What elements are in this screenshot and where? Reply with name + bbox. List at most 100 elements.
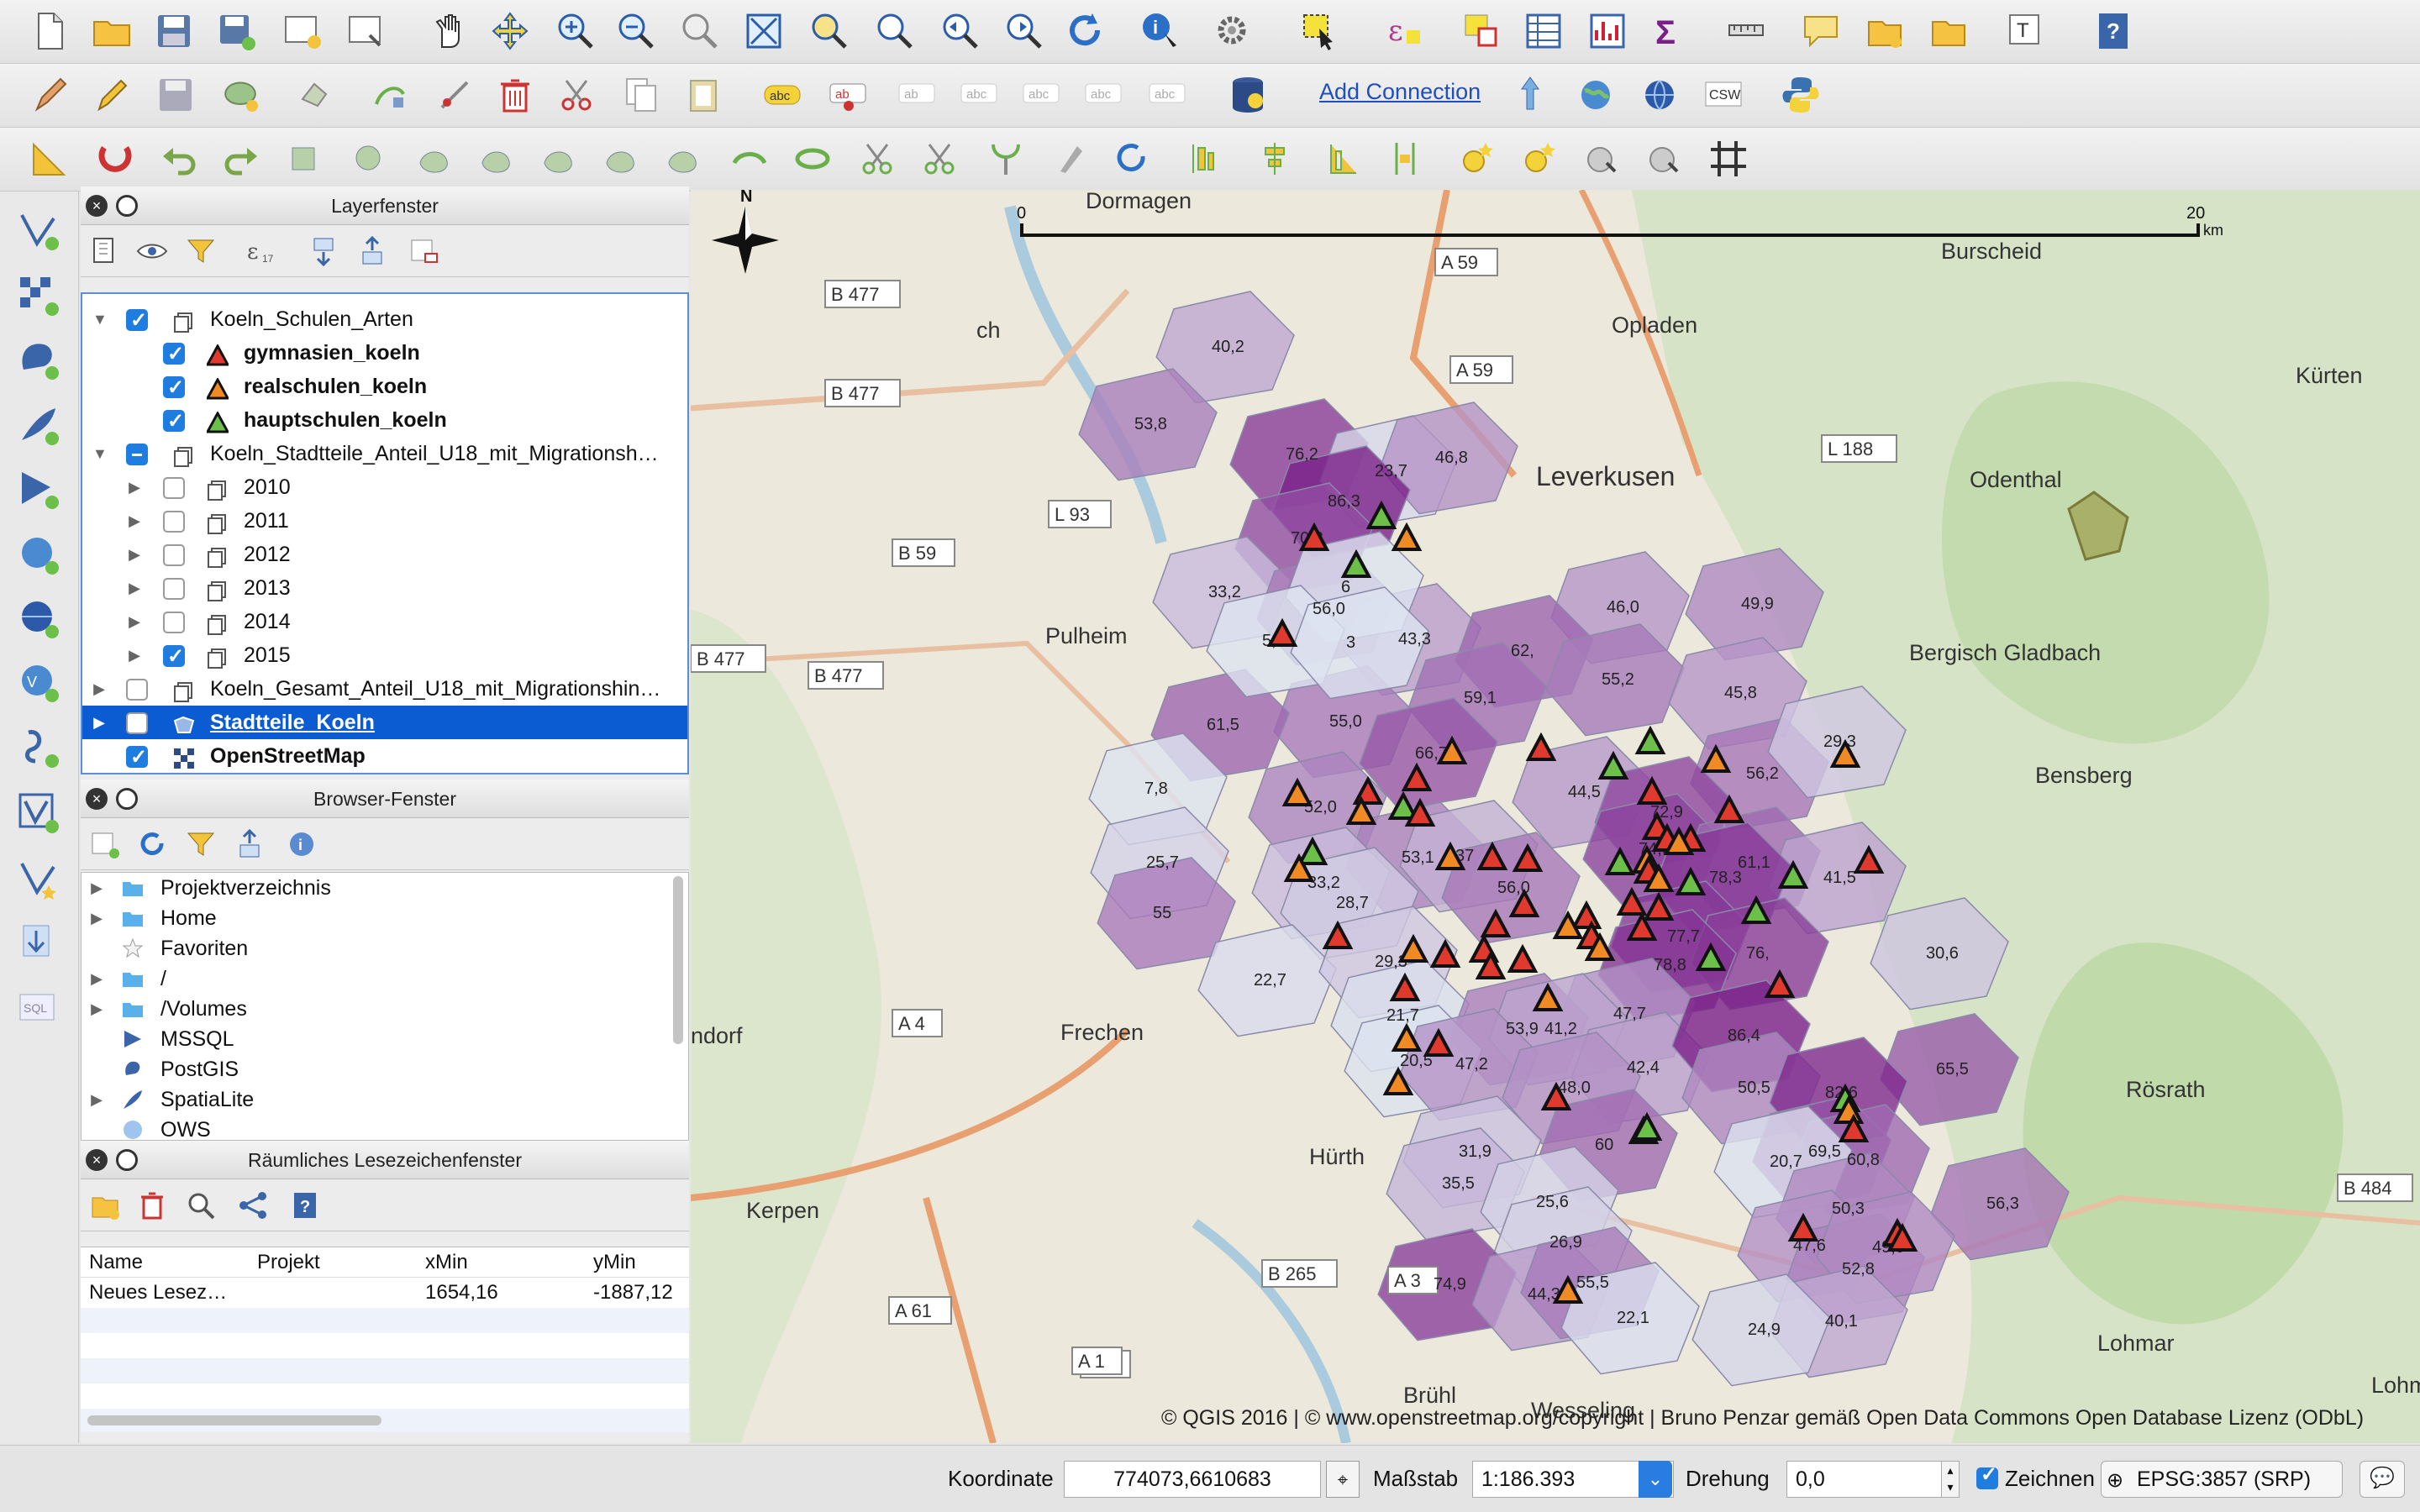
pin-labels-icon[interactable]: ab bbox=[827, 74, 869, 116]
csw-icon[interactable]: CSW bbox=[1702, 74, 1744, 116]
expand-arrow-icon[interactable]: ▶ bbox=[90, 1084, 103, 1115]
pan-to-selection-icon[interactable] bbox=[489, 10, 531, 52]
expand-arrow-icon[interactable]: ▶ bbox=[90, 994, 103, 1024]
add-wms-icon[interactable] bbox=[1639, 74, 1681, 116]
add-ring-icon[interactable] bbox=[413, 138, 455, 180]
grid-icon[interactable] bbox=[1707, 138, 1749, 180]
layer-checkbox[interactable] bbox=[126, 444, 148, 465]
current-edits-icon[interactable] bbox=[29, 74, 71, 116]
cut-features-icon[interactable] bbox=[556, 74, 598, 116]
add-wfs-layer-icon[interactable]: V bbox=[15, 659, 62, 706]
circle-tool-icon[interactable] bbox=[1581, 138, 1623, 180]
zoom-next-icon[interactable] bbox=[1003, 10, 1045, 52]
expand-arrow-icon[interactable]: ▶ bbox=[128, 571, 141, 605]
zoom-in-icon[interactable] bbox=[555, 10, 597, 52]
add-line-point-icon[interactable] bbox=[1518, 138, 1560, 180]
highlight-pinned-icon[interactable]: ab bbox=[896, 74, 938, 116]
browser-scrollbar[interactable] bbox=[673, 876, 683, 1044]
browser-item-root[interactable]: ▶ / bbox=[82, 963, 688, 994]
layer-checkbox[interactable] bbox=[163, 578, 185, 600]
database-icon[interactable] bbox=[1227, 74, 1269, 116]
expand-arrow-icon[interactable]: ▶ bbox=[92, 672, 106, 706]
float-panel-icon[interactable] bbox=[116, 195, 138, 217]
deselect-icon[interactable] bbox=[1460, 10, 1502, 52]
add-delimited-text-icon[interactable] bbox=[15, 724, 62, 771]
pan-icon[interactable] bbox=[429, 10, 471, 52]
rotate-label-icon[interactable]: abc bbox=[1082, 74, 1124, 116]
new-project-icon[interactable] bbox=[29, 10, 71, 52]
merge-features-icon[interactable] bbox=[985, 138, 1027, 180]
layer-row-stadtteile-anteil[interactable]: ▼ Koeln_Stadtteile_Anteil_U18_mit_Migrat… bbox=[82, 437, 687, 470]
layer-checkbox[interactable] bbox=[163, 338, 185, 370]
browser-item-mssql[interactable]: MSSQL bbox=[82, 1024, 688, 1054]
measure-icon[interactable] bbox=[1726, 10, 1768, 52]
layer-row-schulen-arten[interactable]: ▼ Koeln_Schulen_Arten bbox=[82, 302, 687, 336]
copy-features-icon[interactable] bbox=[620, 74, 662, 116]
fill-ring-icon[interactable] bbox=[538, 138, 580, 180]
delete-ring-icon[interactable] bbox=[600, 138, 642, 180]
simplify-feature-icon[interactable] bbox=[348, 138, 390, 180]
close-panel-icon[interactable]: × bbox=[86, 1149, 108, 1171]
add-wms-layer-icon[interactable] bbox=[15, 531, 62, 578]
align-left-icon[interactable] bbox=[1185, 138, 1227, 180]
layer-row-openstreetmap[interactable]: OpenStreetMap bbox=[82, 739, 687, 773]
filter-browser-icon[interactable] bbox=[185, 828, 217, 860]
layer-checkbox[interactable] bbox=[163, 544, 185, 566]
layer-checkbox[interactable] bbox=[126, 304, 148, 336]
align-center-icon[interactable] bbox=[1254, 138, 1296, 180]
expand-arrow-icon[interactable]: ▶ bbox=[128, 605, 141, 638]
float-panel-icon[interactable] bbox=[116, 788, 138, 810]
help-icon[interactable]: ? bbox=[2092, 10, 2134, 52]
import-icon[interactable] bbox=[15, 921, 62, 968]
statistics-icon[interactable] bbox=[1586, 10, 1628, 52]
delete-bookmark-icon[interactable] bbox=[136, 1189, 168, 1221]
map-canvas[interactable]: Dormagen Opladen Leverkusen Odenthal Bursche… bbox=[691, 190, 2420, 1443]
visibility-eye-icon[interactable] bbox=[136, 235, 168, 267]
add-virtual-layer-icon[interactable] bbox=[15, 790, 62, 837]
save-project-icon[interactable] bbox=[153, 10, 195, 52]
collapse-arrow-icon[interactable]: ▼ bbox=[92, 437, 108, 470]
coordinate-field[interactable]: 774073,6610683 bbox=[1064, 1461, 1321, 1498]
change-label-icon[interactable]: abc bbox=[1146, 74, 1188, 116]
move-label-icon[interactable]: abc bbox=[1020, 74, 1062, 116]
composer-manager-icon[interactable] bbox=[345, 10, 387, 52]
split-features-icon[interactable] bbox=[857, 138, 899, 180]
new-print-composer-icon[interactable] bbox=[281, 10, 323, 52]
remove-layer-icon[interactable] bbox=[408, 235, 440, 267]
browser-item-projektverzeichnis[interactable]: ▶ Projektverzeichnis bbox=[82, 873, 688, 903]
messages-icon[interactable]: 💬 bbox=[2360, 1461, 2405, 1498]
layer-checkbox[interactable] bbox=[163, 612, 185, 633]
undo-icon[interactable] bbox=[158, 138, 200, 180]
node-tool-icon[interactable] bbox=[370, 74, 412, 116]
text-annotation-icon[interactable]: T bbox=[2005, 10, 2047, 52]
enable-snapping-icon[interactable] bbox=[94, 138, 136, 180]
add-wcs-layer-icon[interactable] bbox=[15, 595, 62, 642]
zoom-native-icon[interactable] bbox=[679, 10, 721, 52]
layer-checkbox[interactable] bbox=[126, 679, 148, 701]
table-row[interactable]: Neues Lesez… 1654,16 -1887,12 bbox=[81, 1278, 689, 1308]
add-vector-layer-icon[interactable] bbox=[15, 207, 62, 254]
layer-row-gymnasien[interactable]: gymnasien_koeln bbox=[82, 336, 687, 370]
expand-arrow-icon[interactable]: ▶ bbox=[128, 638, 141, 672]
zoom-last-icon[interactable] bbox=[939, 10, 981, 52]
column-header-xmin[interactable]: xMin bbox=[425, 1247, 468, 1278]
zoom-full-icon[interactable] bbox=[743, 10, 785, 52]
add-feature-icon[interactable] bbox=[220, 74, 262, 116]
expand-arrow-icon[interactable]: ▶ bbox=[92, 706, 106, 739]
expand-arrow-icon[interactable]: ▶ bbox=[90, 873, 103, 903]
browser-item-home[interactable]: ▶ Home bbox=[82, 903, 688, 933]
delete-selected-icon[interactable] bbox=[494, 74, 536, 116]
merge-attributes-icon[interactable] bbox=[1050, 138, 1092, 180]
column-header-ymin[interactable]: yMin bbox=[593, 1247, 636, 1278]
share-bookmark-icon[interactable] bbox=[237, 1189, 269, 1221]
filter-expression-icon[interactable]: ε 17 bbox=[245, 235, 277, 267]
save-as-icon[interactable] bbox=[215, 10, 257, 52]
layer-checkbox[interactable] bbox=[163, 640, 185, 672]
bookmark-help-icon[interactable]: ? bbox=[289, 1189, 321, 1221]
zoom-to-layer-icon[interactable] bbox=[808, 10, 850, 52]
render-checkbox[interactable] bbox=[1976, 1462, 1998, 1489]
rotation-spinner-icon[interactable]: ▴ ▾ bbox=[1941, 1461, 1960, 1498]
collapse-arrow-icon[interactable]: ▼ bbox=[92, 302, 108, 336]
new-bookmark-icon[interactable] bbox=[89, 1189, 121, 1221]
crs-button[interactable]: ⊕ EPSG:3857 (SRP) bbox=[2101, 1461, 2343, 1498]
